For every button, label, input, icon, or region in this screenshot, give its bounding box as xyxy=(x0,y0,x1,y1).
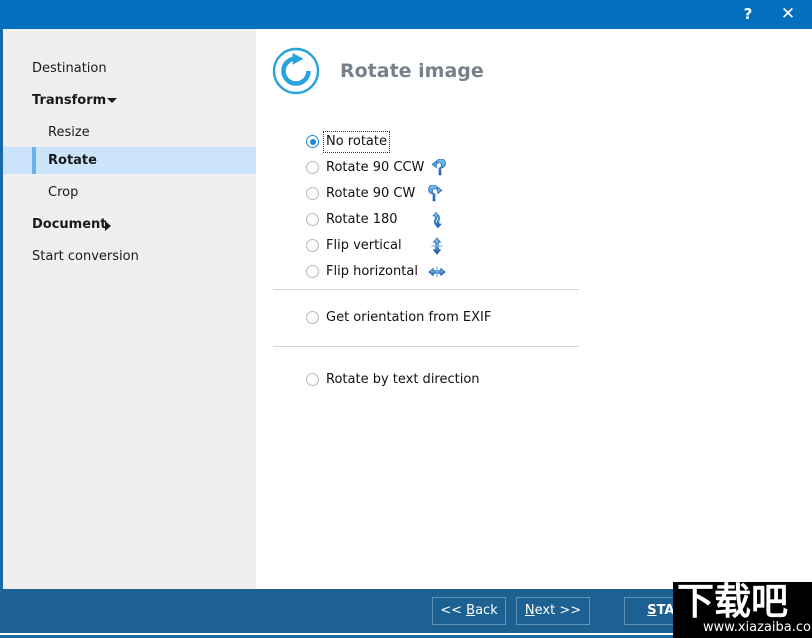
chevron-down-icon xyxy=(107,98,117,103)
flip-horizontal-icon xyxy=(428,263,446,281)
radio-indicator[interactable] xyxy=(306,265,319,278)
back-button-prefix: << xyxy=(440,603,467,618)
next-button-mnemonic: N xyxy=(524,603,535,618)
title-bar: ? ✕ xyxy=(0,0,812,29)
radio-indicator[interactable] xyxy=(306,373,319,386)
back-button[interactable]: << Back xyxy=(432,597,506,625)
sidebar-item-crop[interactable]: Crop xyxy=(3,179,256,206)
rotate-cw-icon xyxy=(428,184,446,203)
sidebar: Destination Transform Resize Rotate Crop… xyxy=(3,29,256,589)
radio-label: Rotate by text direction xyxy=(326,372,480,387)
radio-label: Get orientation from EXIF xyxy=(326,310,492,325)
question-mark-icon: ? xyxy=(743,5,753,23)
close-button[interactable]: ✕ xyxy=(770,0,806,29)
page-title: Rotate image xyxy=(340,60,484,82)
rotate-ccw-icon xyxy=(428,158,446,177)
sidebar-item-label: Crop xyxy=(48,185,79,200)
next-button-suffix: ext >> xyxy=(534,603,582,618)
watermark-url-text: www.xiazaiba.com xyxy=(703,620,812,635)
radio-label: Flip vertical xyxy=(326,238,402,253)
content-panel: Rotate image No rotate Rotate 90 CCW Rot… xyxy=(256,29,812,589)
watermark-logo-text: 下载吧 xyxy=(677,582,788,623)
radio-indicator[interactable] xyxy=(306,311,319,324)
sidebar-item-start-conversion[interactable]: Start conversion xyxy=(3,243,256,270)
page-header: Rotate image xyxy=(272,39,792,99)
radio-indicator[interactable] xyxy=(306,187,319,200)
sidebar-item-resize[interactable]: Resize xyxy=(3,119,256,146)
rotate-180-icon xyxy=(428,211,446,229)
radio-label: Rotate 90 CCW xyxy=(326,160,425,175)
separator-bottom xyxy=(273,346,579,347)
watermark-overlay: 下载吧 www.xiazaiba.com xyxy=(673,582,812,638)
sidebar-item-label: Transform xyxy=(32,93,107,108)
radio-indicator[interactable] xyxy=(306,239,319,252)
start-button-mnemonic: S xyxy=(647,603,657,618)
sidebar-item-transform[interactable]: Transform xyxy=(3,87,256,114)
sidebar-item-label: Document xyxy=(32,217,107,232)
next-button[interactable]: Next >> xyxy=(516,597,590,625)
radio-indicator[interactable] xyxy=(306,135,319,148)
chevron-right-icon xyxy=(105,221,111,231)
radio-label: Rotate 180 xyxy=(326,212,398,227)
rotate-clockwise-circle-icon xyxy=(272,47,320,95)
application-window: ? ✕ Destination Transform Resize Rotate … xyxy=(0,0,812,638)
back-button-suffix: ack xyxy=(475,603,498,618)
radio-label: Flip horizontal xyxy=(326,264,418,279)
sidebar-item-label: Rotate xyxy=(48,153,97,168)
back-button-mnemonic: B xyxy=(466,603,476,618)
help-button[interactable]: ? xyxy=(730,0,766,29)
flip-vertical-icon xyxy=(428,237,446,255)
close-icon: ✕ xyxy=(780,4,796,24)
sidebar-item-label: Destination xyxy=(32,61,107,76)
sidebar-item-document[interactable]: Document xyxy=(3,211,256,238)
separator-top xyxy=(273,289,579,290)
radio-label: No rotate xyxy=(323,131,390,153)
sidebar-item-rotate[interactable]: Rotate xyxy=(3,147,256,174)
radio-label: Rotate 90 CW xyxy=(326,186,416,201)
sidebar-item-label: Resize xyxy=(48,125,90,140)
radio-indicator[interactable] xyxy=(306,161,319,174)
sidebar-item-label: Start conversion xyxy=(32,249,139,264)
radio-indicator[interactable] xyxy=(306,213,319,226)
sidebar-item-destination[interactable]: Destination xyxy=(3,55,256,82)
